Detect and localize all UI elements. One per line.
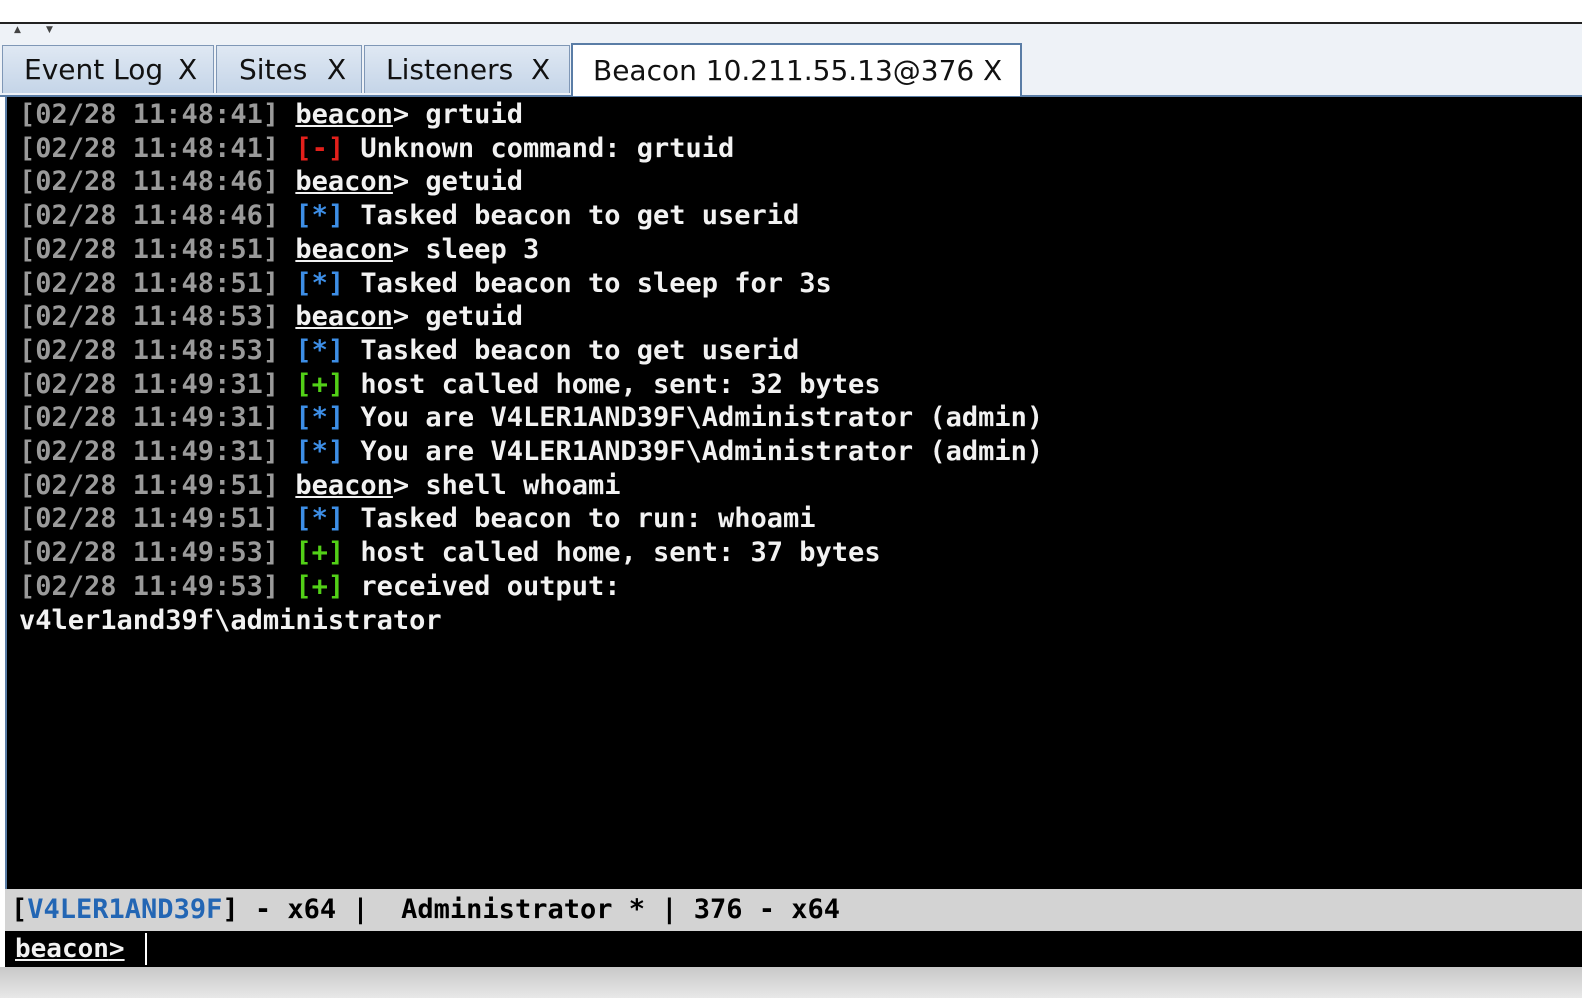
success-tag: [+] (295, 368, 345, 400)
tab-listeners[interactable]: Listeners X (364, 45, 570, 93)
close-tab-icon[interactable]: X (983, 54, 1002, 87)
timestamp: [02/28 11:48:51] (19, 233, 280, 265)
status-hostname: V4LER1AND39F (27, 894, 223, 925)
pane-splitter[interactable]: ▲ ▼ (0, 24, 1582, 42)
success-tag: [+] (295, 570, 345, 602)
message-text: received output: (344, 570, 621, 602)
command-input[interactable] (151, 931, 1582, 967)
console-line: [02/28 11:48:51] beacon> sleep 3 (19, 233, 539, 267)
message-text: host called home, sent: 37 bytes (344, 537, 881, 569)
timestamp: [02/28 11:48:53] (19, 301, 280, 333)
message-text: Unknown command: grtuid (344, 132, 735, 164)
window-bottom-edge (0, 967, 1582, 998)
info-tag: [*] (295, 200, 345, 232)
console-line: v4ler1and39f\administrator (19, 604, 442, 638)
close-tab-icon[interactable]: X (531, 53, 550, 86)
info-tag: [*] (295, 436, 345, 467)
status-open-bracket: [ (11, 894, 28, 925)
beacon-prompt: beacon (295, 301, 393, 333)
message-text: Tasked beacon to run: whoami (344, 503, 816, 535)
message-text: Tasked beacon to get userid (344, 334, 800, 366)
timestamp: [02/28 11:48:41] (19, 99, 280, 130)
tab-label: Beacon 10.211.55.13@376 (593, 54, 975, 87)
input-prompt-suffix: > (108, 934, 125, 964)
console-line: [02/28 11:49:31] [*] You are V4LER1AND39… (19, 401, 1043, 435)
timestamp: [02/28 11:49:53] (19, 570, 280, 602)
window-top-edge (0, 0, 1582, 24)
console-line: [02/28 11:48:51] [*] Tasked beacon to sl… (19, 267, 832, 301)
timestamp: [02/28 11:48:51] (19, 267, 280, 299)
close-tab-icon[interactable]: X (178, 53, 197, 86)
timestamp: [02/28 11:48:46] (19, 200, 280, 232)
info-tag: [*] (295, 334, 345, 366)
message-text: You are V4LER1AND39F\Administrator (admi… (344, 402, 1044, 434)
timestamp: [02/28 11:48:46] (19, 166, 280, 198)
message-text: Tasked beacon to sleep for 3s (344, 267, 832, 299)
timestamp: [02/28 11:49:51] (19, 469, 280, 501)
command-bar: beacon> (5, 931, 1582, 967)
message-text: Tasked beacon to get userid (344, 200, 800, 232)
splitter-down-arrow-icon[interactable]: ▼ (46, 25, 53, 35)
console-line: [02/28 11:49:51] [*] Tasked beacon to ru… (19, 502, 816, 536)
tab-sites[interactable]: Sites X (216, 45, 362, 93)
console-line: [02/28 11:48:46] [*] Tasked beacon to ge… (19, 199, 799, 233)
tab-bar: Event Log X Sites X Listeners X Beacon 1… (0, 42, 1582, 97)
command-text: > getuid (392, 301, 523, 333)
beacon-prompt: beacon (295, 166, 393, 198)
console-line: [02/28 11:49:53] [+] received output: (19, 570, 620, 604)
output-text: v4ler1and39f\administrator (19, 604, 442, 636)
info-tag: [*] (295, 402, 345, 434)
console-line: [02/28 11:48:53] [*] Tasked beacon to ge… (19, 334, 799, 368)
tab-label: Listeners (386, 53, 514, 86)
command-text: > grtuid (392, 99, 523, 130)
tab-label: Event Log (24, 53, 164, 86)
command-text: > getuid (392, 166, 523, 198)
tab-beacon-session[interactable]: Beacon 10.211.55.13@376 X (571, 43, 1022, 96)
timestamp: [02/28 11:49:53] (19, 537, 280, 569)
info-tag: [*] (295, 267, 345, 299)
console-line: [02/28 11:48:41] beacon> grtuid (19, 98, 523, 132)
console-line: [02/28 11:48:46] beacon> getuid (19, 165, 523, 199)
cobalt-strike-window: ▲ ▼ Event Log X Sites X Listeners X Beac… (0, 0, 1582, 998)
console-line: [02/28 11:48:53] beacon> getuid (19, 300, 523, 334)
console-line: [02/28 11:48:41] [-] Unknown command: gr… (19, 132, 734, 166)
beacon-prompt: beacon (295, 233, 393, 265)
console-output[interactable]: [02/28 11:48:41] beacon> grtuid [02/28 11… (5, 97, 1582, 889)
console-line: [02/28 11:49:51] beacon> shell whoami (19, 469, 620, 503)
tab-label: Sites (239, 53, 308, 86)
message-text: host called home, sent: 32 bytes (344, 368, 881, 400)
beacon-prompt: beacon (295, 469, 393, 501)
timestamp: [02/28 11:49:31] (19, 436, 280, 467)
success-tag: [+] (295, 537, 345, 569)
console-line: [02/28 11:49:53] [+] host called home, s… (19, 536, 881, 570)
timestamp: [02/28 11:48:53] (19, 334, 280, 366)
input-prompt-label: beacon (15, 934, 109, 964)
close-tab-icon[interactable]: X (327, 53, 346, 86)
splitter-up-arrow-icon[interactable]: ▲ (14, 25, 21, 35)
timestamp: [02/28 11:49:31] (19, 402, 280, 434)
input-divider (145, 933, 147, 965)
session-status-bar: [V4LER1AND39F] - x64 | Administrator * |… (5, 889, 1582, 931)
console-line: [02/28 11:49:31] [*] You are V4LER1AND39… (19, 435, 1043, 469)
tab-event-log[interactable]: Event Log X (2, 45, 214, 93)
timestamp: [02/28 11:49:31] (19, 368, 280, 400)
timestamp: [02/28 11:49:51] (19, 503, 280, 535)
timestamp: [02/28 11:48:41] (19, 132, 280, 164)
console-line: [02/28 11:49:31] [+] host called home, s… (19, 368, 881, 402)
command-text: > shell whoami (392, 469, 621, 501)
error-tag: [-] (295, 132, 345, 164)
status-session-info: ] - x64 | Administrator * | 376 - x64 (222, 894, 841, 925)
command-text: > sleep 3 (392, 233, 540, 265)
info-tag: [*] (295, 503, 345, 535)
message-text: You are V4LER1AND39F\Administrator (admi… (344, 436, 1044, 467)
beacon-prompt: beacon (295, 99, 393, 130)
input-prompt: beacon> (15, 931, 125, 967)
